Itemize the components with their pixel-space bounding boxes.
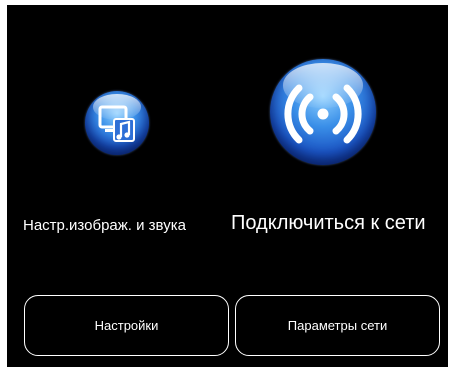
picture-sound-settings-label[interactable]: Настр.изображ. и звука [23, 217, 186, 234]
network-settings-button[interactable]: Параметры сети [235, 295, 440, 356]
home-screen: Настр.изображ. и звука Подключиться к се… [7, 5, 448, 367]
network-connect-tile[interactable] [270, 59, 380, 171]
settings-button[interactable]: Настройки [24, 295, 229, 356]
picture-sound-settings-icon [85, 91, 149, 155]
network-connect-icon [270, 59, 376, 165]
network-connect-label[interactable]: Подключиться к сети [231, 212, 426, 235]
picture-sound-settings-tile[interactable] [67, 81, 167, 161]
